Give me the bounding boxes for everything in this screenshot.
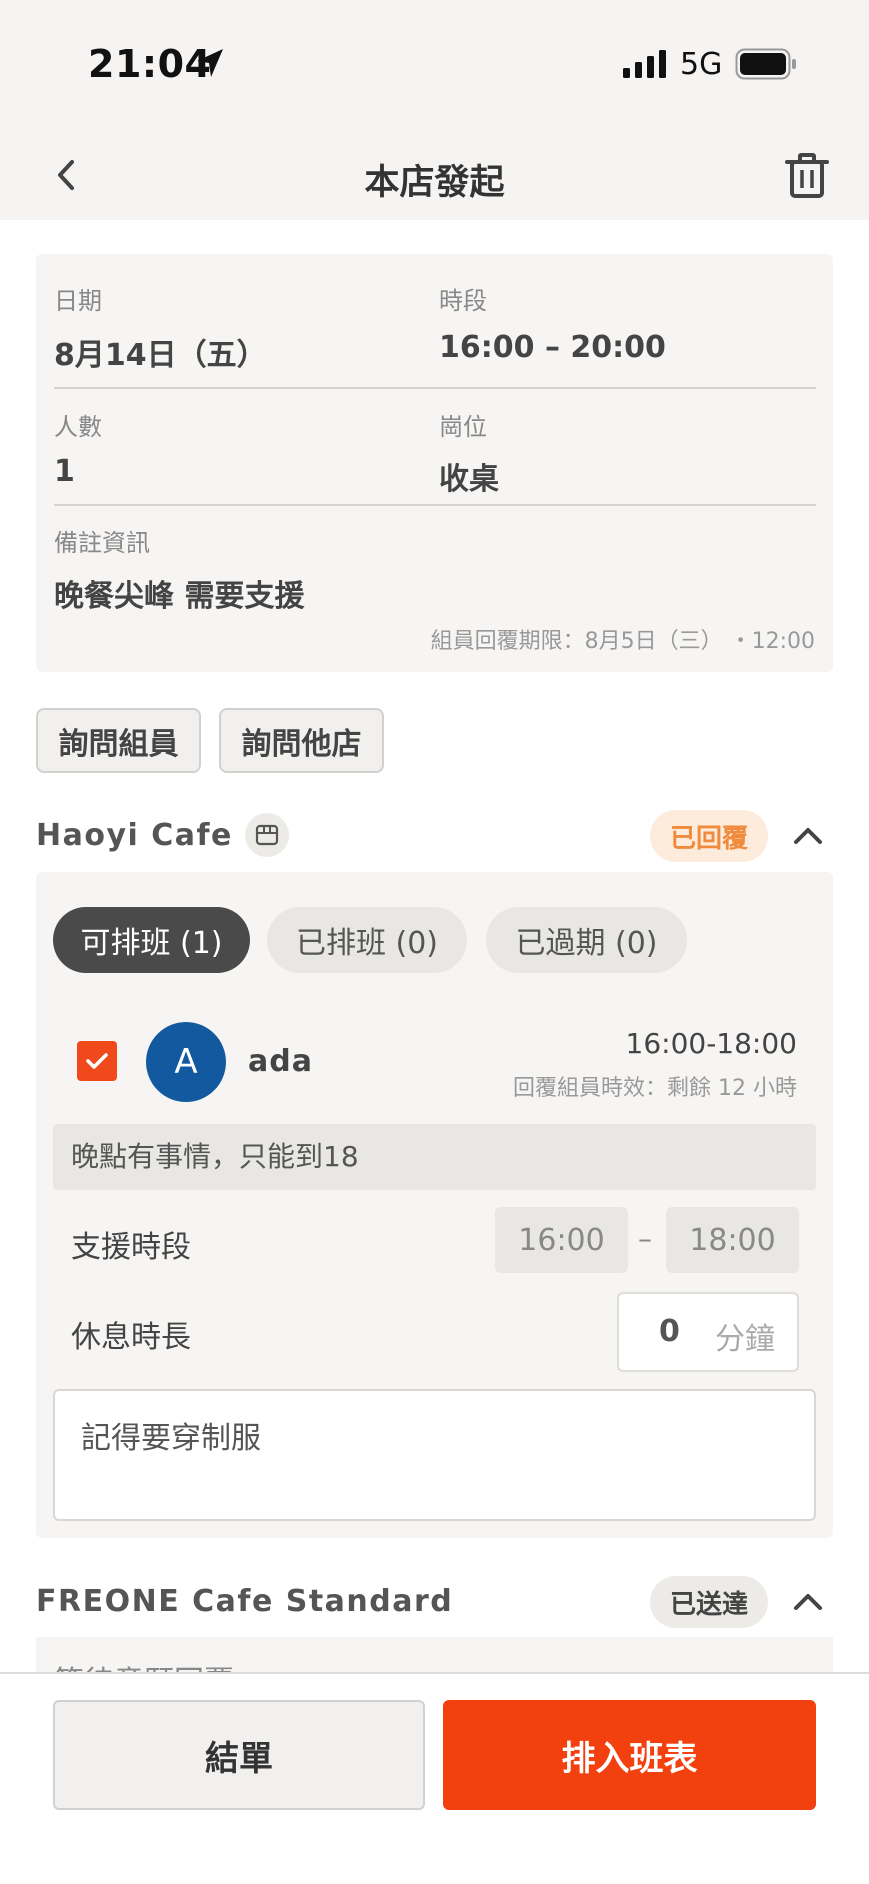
store-name: Haoyi Cafe — [36, 818, 233, 853]
period-value: 16:00 – 20:00 — [439, 330, 666, 365]
notes-label: 備註資訊 — [54, 529, 150, 557]
location-arrow-icon — [197, 49, 223, 77]
note-field[interactable]: 記得要穿制服 — [53, 1389, 816, 1521]
support-start-field[interactable]: 16:00 — [495, 1207, 628, 1273]
break-label: 休息時長 — [71, 1320, 191, 1355]
date-value: 8月14日（五） — [54, 338, 267, 373]
period-label: 時段 — [439, 287, 487, 315]
support-end-field[interactable]: 18:00 — [666, 1207, 799, 1273]
store-panel: 可排班 (1) 已排班 (0) 已過期 (0) A ada 16:00-18:0… — [36, 872, 833, 1538]
chevron-up-icon[interactable] — [790, 1584, 826, 1620]
store-name: FREONE Cafe Standard — [36, 1584, 454, 1619]
member-name: ada — [248, 1044, 313, 1079]
add-to-schedule-button[interactable]: 排入班表 — [443, 1700, 816, 1810]
support-period-label: 支援時段 — [71, 1230, 191, 1265]
count-value: 1 — [54, 454, 75, 489]
time-dash: – — [638, 1222, 652, 1255]
break-duration-input[interactable]: 0 分鐘 — [617, 1292, 799, 1372]
status-badge: 已送達 — [650, 1576, 768, 1628]
battery-icon — [735, 48, 796, 80]
date-label: 日期 — [54, 287, 102, 315]
store-header[interactable]: FREONE Cafe Standard 已送達 — [36, 1574, 833, 1630]
status-badge: 已回覆 — [650, 810, 768, 862]
member-time: 16:00-18:00 — [625, 1027, 798, 1060]
ask-other-stores-button[interactable]: 詢問他店 — [219, 708, 384, 773]
break-value: 0 — [659, 1314, 680, 1349]
count-label: 人數 — [54, 413, 102, 441]
tab-scheduled[interactable]: 已排班 (0) — [267, 907, 467, 973]
position-value: 收桌 — [439, 462, 499, 497]
member-checkbox[interactable] — [77, 1041, 117, 1081]
check-icon — [86, 1053, 108, 1069]
tab-available[interactable]: 可排班 (1) — [53, 907, 250, 973]
trash-icon[interactable] — [784, 152, 830, 200]
divider — [54, 504, 816, 506]
position-label: 崗位 — [439, 413, 487, 441]
divider — [54, 387, 816, 389]
shift-info-card: 日期 8月14日（五） 時段 16:00 – 20:00 人數 1 崗位 收桌 … — [36, 254, 833, 672]
page-title: 本店發起 — [364, 163, 505, 203]
reply-deadline: 組員回覆期限：8月5日（三） ・12:00 — [430, 629, 815, 654]
ask-members-button[interactable]: 詢問組員 — [36, 708, 201, 773]
member-reply: 晚點有事情，只能到18 — [53, 1124, 816, 1190]
network-label: 5G — [680, 47, 723, 82]
tab-expired[interactable]: 已過期 (0) — [486, 907, 687, 973]
chevron-up-icon[interactable] — [790, 818, 826, 854]
nav-bar: 本店發起 — [0, 130, 869, 220]
signal-icon — [623, 50, 666, 78]
store-icon — [245, 813, 289, 857]
store-header[interactable]: Haoyi Cafe 已回覆 — [36, 808, 833, 864]
close-order-button[interactable]: 結單 — [53, 1700, 425, 1810]
member-expire: 回覆組員時效：剩餘 12 小時 — [513, 1076, 797, 1101]
break-unit: 分鐘 — [715, 1322, 775, 1357]
notes-value: 晚餐尖峰 需要支援 — [54, 579, 305, 614]
bottom-action-bar: 結單 排入班表 — [0, 1672, 869, 1884]
status-time: 21:04 — [88, 42, 212, 86]
avatar: A — [146, 1022, 226, 1102]
status-bar: 21:04 5G — [0, 0, 869, 130]
store-panel: 等待意願回覆 — [36, 1637, 833, 1677]
